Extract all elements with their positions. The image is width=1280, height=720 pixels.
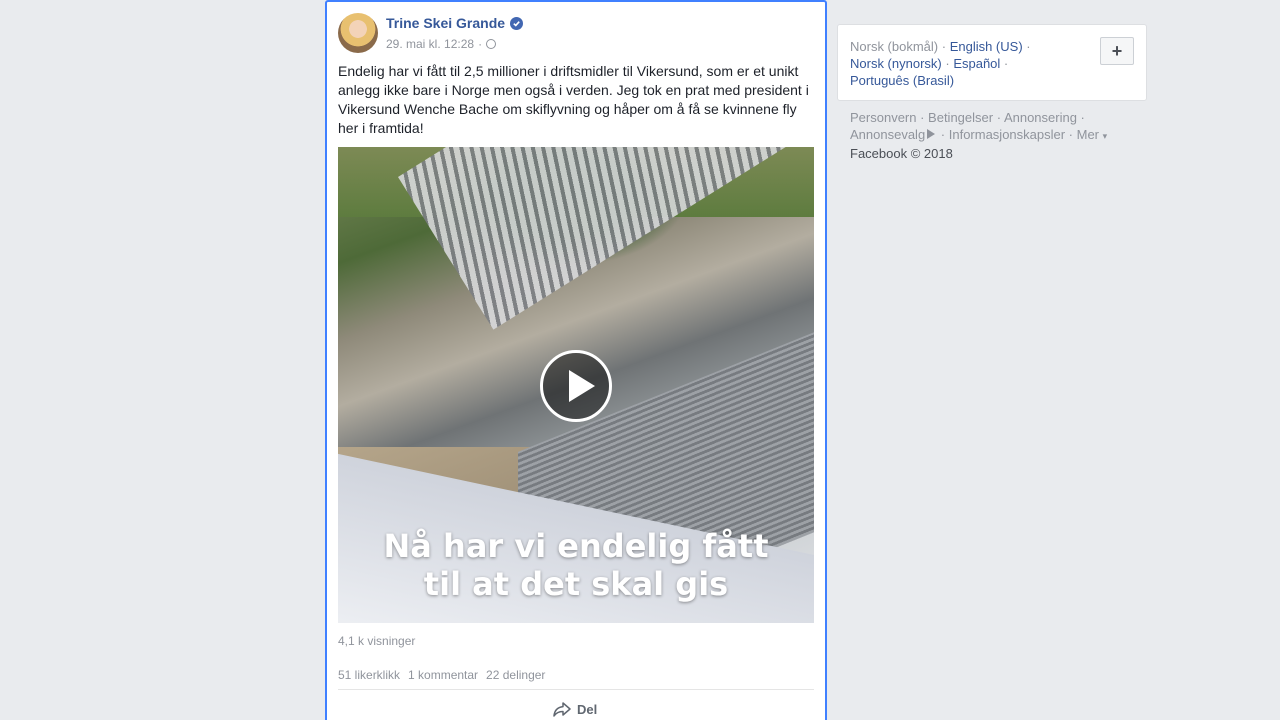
likes-count-link[interactable]: 51 likerklikk bbox=[338, 668, 400, 682]
avatar[interactable] bbox=[338, 13, 378, 53]
video-caption-line-2: til at det skal gis bbox=[423, 565, 729, 603]
video-player[interactable]: Nå har vi endelig fått til at det skal g… bbox=[338, 147, 814, 623]
verified-badge-icon bbox=[510, 16, 524, 30]
footer-link-mer-label: Mer bbox=[1076, 127, 1100, 142]
comments-count-link[interactable]: 1 kommentar bbox=[408, 668, 478, 682]
copyright: Facebook © 2018 bbox=[850, 146, 953, 161]
language-option-portugues-brasil[interactable]: Português (Brasil) bbox=[850, 73, 954, 88]
footer-link-informasjonskapsler[interactable]: Informasjonskapsler bbox=[949, 127, 1065, 142]
language-selector-box: Norsk (bokmål) · English (US) · Norsk (n… bbox=[837, 24, 1147, 101]
language-option-espanol[interactable]: Español bbox=[953, 56, 1000, 71]
action-divider bbox=[338, 689, 814, 690]
post-timestamp[interactable]: 29. mai kl. 12:28 bbox=[386, 37, 474, 51]
play-button[interactable] bbox=[540, 350, 612, 422]
globe-icon[interactable] bbox=[486, 39, 497, 49]
share-button[interactable]: Del bbox=[553, 701, 597, 717]
footer-link-personvern[interactable]: Personvern bbox=[850, 110, 916, 125]
post-header: Trine Skei Grande 29. mai kl. 12:28 · bbox=[338, 13, 808, 55]
engagement-stats: 51 likerklikk 1 kommentar 22 delinger bbox=[338, 668, 545, 682]
language-list: Norsk (bokmål) · English (US) · Norsk (n… bbox=[850, 39, 1031, 88]
meta-separator: · bbox=[478, 37, 483, 51]
language-option-english-us[interactable]: English (US) bbox=[950, 39, 1023, 54]
shares-count-link[interactable]: 22 delinger bbox=[486, 668, 545, 682]
ad-choices-icon bbox=[927, 129, 936, 139]
footer-link-mer[interactable]: Mer ▾ bbox=[1077, 127, 1108, 142]
add-language-button[interactable]: + bbox=[1100, 37, 1134, 65]
view-count: 4,1 k visninger bbox=[338, 634, 416, 648]
footer-link-annonsevalg[interactable]: Annonsevalg bbox=[850, 127, 925, 142]
share-label: Del bbox=[577, 701, 598, 717]
post-card: Trine Skei Grande 29. mai kl. 12:28 · En… bbox=[325, 0, 827, 720]
caret-down-icon: ▾ bbox=[1102, 131, 1108, 141]
footer-link-annonsering[interactable]: Annonsering bbox=[1004, 110, 1077, 125]
footer-link-betingelser[interactable]: Betingelser bbox=[928, 110, 993, 125]
video-caption-line-1: Nå har vi endelig fått bbox=[383, 527, 769, 565]
share-arrow-icon bbox=[553, 702, 571, 717]
current-language: Norsk (bokmål) bbox=[850, 39, 939, 54]
play-icon bbox=[569, 370, 595, 402]
post-text: Endelig har vi fått til 2,5 millioner i … bbox=[338, 63, 809, 136]
video-caption: Nå har vi endelig fått til at det skal g… bbox=[338, 527, 814, 603]
author-line: Trine Skei Grande bbox=[386, 15, 524, 31]
footer-links: Personvern · Betingelser · Annonsering ·… bbox=[850, 110, 1108, 161]
author-name-link[interactable]: Trine Skei Grande bbox=[386, 15, 505, 31]
language-option-norsk-nynorsk[interactable]: Norsk (nynorsk) bbox=[850, 56, 942, 71]
post-meta: 29. mai kl. 12:28 · bbox=[386, 37, 497, 51]
